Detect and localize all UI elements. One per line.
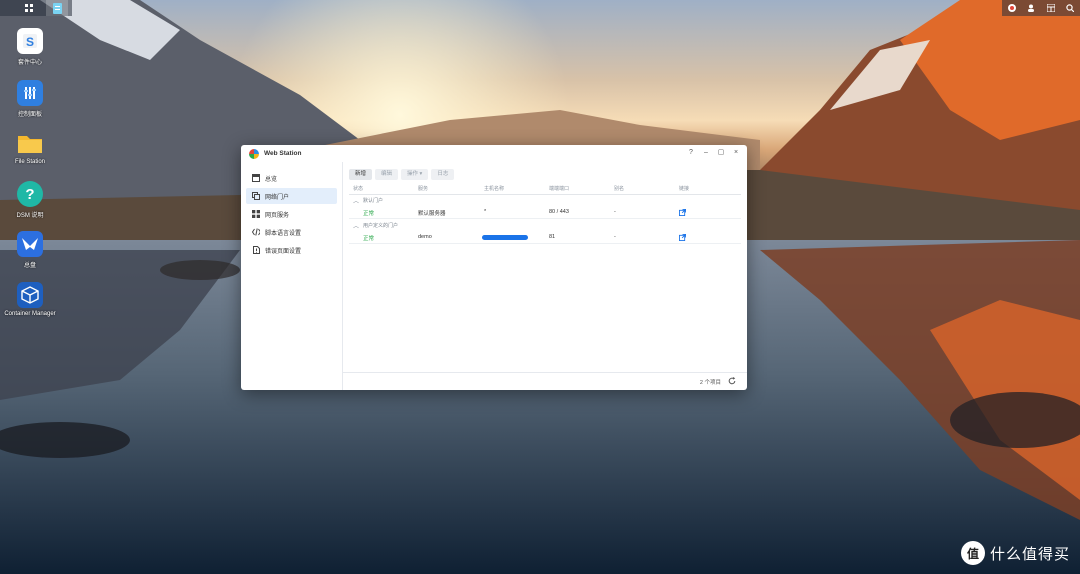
column-header-service[interactable]: 服务 — [418, 185, 428, 192]
window-controls: ? – ▢ × — [686, 148, 741, 158]
watermark-logo-icon: 值 — [960, 541, 985, 565]
column-header-link[interactable]: 链接 — [679, 185, 689, 192]
close-button[interactable]: × — [731, 148, 741, 158]
error-page-icon — [252, 246, 260, 254]
taskbar-right — [1002, 0, 1080, 16]
port-cell: 81 — [549, 234, 556, 240]
status-cell: 正常 — [363, 236, 375, 242]
host-cell: * — [484, 209, 487, 215]
web-station-logo-icon — [249, 148, 259, 159]
help-button[interactable]: ? — [686, 148, 696, 158]
edit-button[interactable]: 编辑 — [375, 169, 399, 180]
package-center-icon: S — [17, 28, 43, 54]
bird-icon — [17, 231, 43, 257]
widgets-icon[interactable] — [1046, 0, 1056, 17]
group-default-portal[interactable]: ︿ 默认门户 — [349, 196, 741, 206]
column-header-status[interactable]: 状态 — [353, 185, 363, 192]
window-title: Web Station — [264, 150, 302, 157]
table-footer: 2 个项目 — [343, 372, 747, 390]
minimize-button[interactable]: – — [701, 148, 711, 158]
sidebar: 总览 网络门户 网页服务 脚本语言设置 错误页面设置 — [241, 162, 343, 390]
table-row[interactable]: 正常 默认服务器 * 80 / 443 - — [349, 207, 741, 219]
service-cell: 默认服务器 — [418, 211, 446, 217]
port-cell: 80 / 443 — [549, 209, 569, 215]
group-label: 用户定义的门户 — [363, 223, 399, 229]
search-icon[interactable] — [1066, 0, 1075, 17]
sidebar-item-label: 错误页面设置 — [265, 248, 302, 255]
create-button[interactable]: 新增 — [349, 169, 373, 180]
web-service-icon — [252, 210, 260, 218]
alias-cell: - — [614, 234, 616, 240]
window-titlebar[interactable]: Web Station ? – ▢ × — [241, 145, 747, 162]
column-header-alias[interactable]: 别名 — [614, 185, 624, 192]
toolbar: 新增 编辑 操作 ▾ 日志 — [349, 169, 455, 180]
external-link-icon[interactable] — [679, 234, 686, 241]
column-header-port[interactable]: 端端端口 — [549, 185, 569, 192]
desktop-icon-bird[interactable]: 总盘 — [0, 231, 60, 269]
folder-icon — [17, 130, 43, 156]
portal-icon — [252, 192, 260, 200]
desktop-icon-control-panel[interactable]: 控制面板 — [0, 80, 60, 118]
status-cell: 正常 — [363, 211, 375, 217]
code-icon — [252, 228, 260, 236]
overview-icon — [252, 174, 260, 182]
sidebar-item-error-page[interactable]: 错误页面设置 — [246, 242, 337, 258]
desktop-icon-file-station[interactable]: File Station — [0, 130, 60, 165]
chat-icon[interactable] — [1007, 0, 1016, 17]
desktop-icon-label: Container Manager — [4, 311, 56, 317]
main-panel: 新增 编辑 操作 ▾ 日志 状态 服务 主机名称 端端端口 别名 链接 ︿ 默认… — [343, 162, 747, 390]
container-icon — [17, 282, 43, 308]
table-row[interactable]: 正常 demo 81 - — [349, 232, 741, 244]
alias-cell: - — [614, 209, 616, 215]
user-icon[interactable] — [1027, 0, 1035, 17]
desktop-icon-label: File Station — [14, 159, 45, 165]
external-link-icon[interactable] — [679, 209, 686, 216]
group-label: 默认门户 — [363, 198, 384, 204]
help-icon: ? — [17, 181, 43, 207]
sidebar-item-script-language[interactable]: 脚本语言设置 — [246, 224, 337, 240]
sidebar-item-label: 网络门户 — [265, 194, 290, 201]
chevron-up-icon[interactable]: ︿ — [353, 221, 359, 230]
watermark-text: 什么值得买 — [989, 545, 1070, 563]
sidebar-item-overview[interactable]: 总览 — [246, 170, 337, 186]
refresh-icon[interactable] — [728, 377, 736, 385]
desktop-icon-package-center[interactable]: S 套件中心 — [0, 28, 60, 66]
control-panel-icon — [17, 80, 43, 106]
sidebar-item-label: 脚本语言设置 — [265, 230, 302, 237]
desktop-icon-label: 总盘 — [23, 263, 36, 269]
sidebar-item-label: 网页服务 — [265, 212, 290, 219]
log-button[interactable]: 日志 — [431, 169, 455, 180]
svg-text:S: S — [26, 35, 34, 49]
column-header-host[interactable]: 主机名称 — [484, 185, 504, 192]
maximize-button[interactable]: ▢ — [716, 148, 726, 158]
web-station-icon[interactable] — [46, 0, 68, 16]
redacted-host — [482, 235, 528, 240]
sidebar-item-portal[interactable]: 网络门户 — [246, 188, 337, 204]
desktop-icon-label: 控制面板 — [17, 112, 42, 118]
desktop-icon-dsm-help[interactable]: ? DSM 说明 — [0, 181, 60, 219]
desktop-icon-container-manager[interactable]: Container Manager — [0, 282, 60, 317]
desktop-icon-label: DSM 说明 — [16, 213, 44, 219]
table-header: 状态 服务 主机名称 端端端口 别名 链接 — [349, 183, 741, 195]
watermark: 值 什么值得买 — [960, 541, 1070, 565]
web-station-window: Web Station ? – ▢ × 总览 网络门户 网页服务 脚本语言设置 … — [241, 145, 747, 390]
item-count: 2 个项目 — [699, 380, 721, 386]
chevron-up-icon[interactable]: ︿ — [353, 196, 359, 205]
apps-grid-icon[interactable] — [18, 0, 40, 16]
group-user-defined-portal[interactable]: ︿ 用户定义的门户 — [349, 221, 741, 231]
sidebar-item-web-service[interactable]: 网页服务 — [246, 206, 337, 222]
sidebar-item-label: 总览 — [265, 176, 278, 183]
desktop: S 套件中心 控制面板 File Station ? DSM 说明 总盘 Con… — [0, 0, 1080, 574]
desktop-icon-label: 套件中心 — [17, 60, 42, 66]
taskbar-left — [0, 0, 72, 16]
service-cell: demo — [418, 234, 432, 240]
action-dropdown[interactable]: 操作 ▾ — [401, 169, 429, 180]
